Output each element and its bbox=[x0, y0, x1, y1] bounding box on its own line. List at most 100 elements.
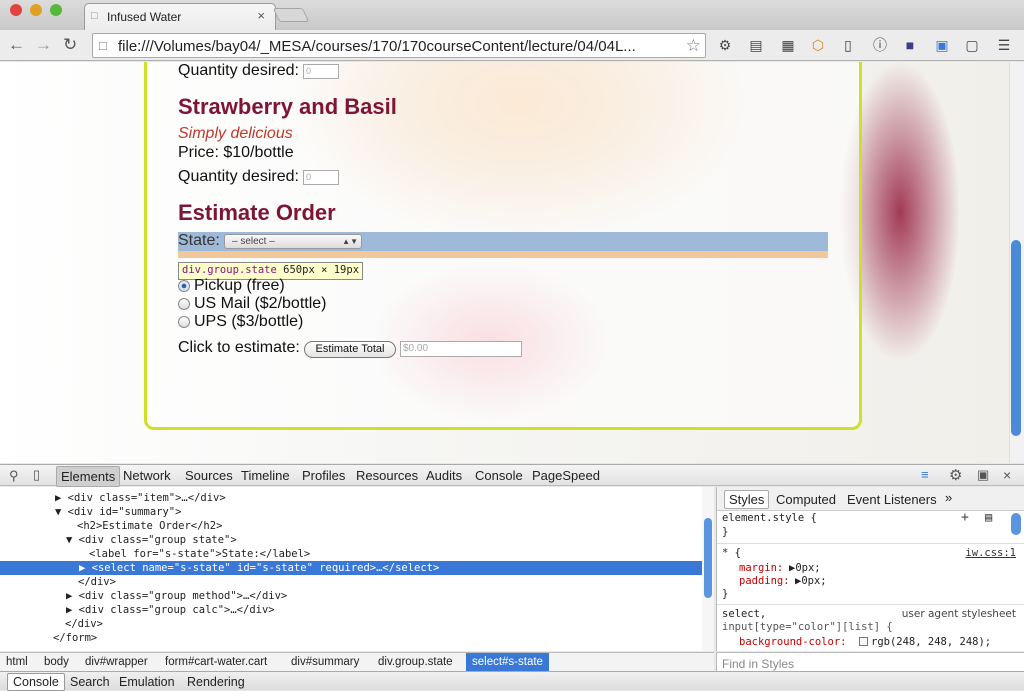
device-icon[interactable]: ▯ bbox=[838, 35, 858, 55]
estimate-total-button[interactable]: Estimate Total bbox=[304, 341, 396, 358]
radio-us-mail[interactable] bbox=[178, 298, 190, 310]
css-property[interactable]: padding: bbox=[739, 575, 790, 588]
dom-node[interactable]: <h2>Estimate Order</h2> bbox=[0, 519, 714, 533]
dom-node[interactable]: ▼ <div class="group state"> bbox=[0, 533, 714, 547]
dom-scroll-thumb[interactable] bbox=[704, 518, 712, 598]
style-rule-close: } bbox=[722, 526, 729, 538]
extension-icon[interactable]: ▢ bbox=[962, 35, 982, 55]
breadcrumb-item-active[interactable]: select#s-state bbox=[466, 653, 549, 671]
style-rule-selector: * { bbox=[722, 547, 741, 559]
dom-node[interactable]: <label for="s-state">State:</label> bbox=[0, 547, 714, 561]
browser-tab[interactable]: □ Infused Water × bbox=[84, 3, 276, 30]
css-value[interactable]: ▶0px; bbox=[795, 575, 827, 588]
extension-icon[interactable]: ▤ bbox=[746, 35, 766, 55]
color-swatch[interactable] bbox=[859, 637, 868, 646]
dom-node-selected[interactable]: ▶ <select name="s-state" id="s-state" re… bbox=[0, 561, 714, 575]
console-drawer-icon[interactable]: ≡ bbox=[921, 467, 929, 482]
quantity-input[interactable]: 0 bbox=[303, 170, 339, 185]
dom-node[interactable]: </form> bbox=[0, 631, 714, 645]
add-rule-icon[interactable]: + bbox=[961, 510, 969, 525]
tab-sources[interactable]: Sources bbox=[185, 468, 233, 483]
drawer-tab-emulation[interactable]: Emulation bbox=[119, 675, 175, 689]
info-icon[interactable]: ⓘ bbox=[870, 35, 890, 55]
close-window-button[interactable] bbox=[10, 4, 22, 16]
tab-network[interactable]: Network bbox=[123, 468, 171, 483]
breadcrumb-item[interactable]: div.group.state bbox=[378, 656, 453, 668]
browser-toolbar: ← → ↻ □ file:///Volumes/bay04/_MESA/cour… bbox=[0, 30, 1024, 61]
style-source-link[interactable]: iw.css:1 bbox=[965, 547, 1016, 559]
new-tab-button[interactable] bbox=[272, 8, 310, 22]
breadcrumb-item[interactable]: body bbox=[44, 656, 69, 668]
more-tabs-icon[interactable]: » bbox=[945, 490, 952, 505]
zoom-window-button[interactable] bbox=[50, 4, 62, 16]
quantity-label: Quantity desired: bbox=[178, 62, 299, 79]
tab-resources[interactable]: Resources bbox=[356, 468, 418, 483]
quantity-input[interactable]: 0 bbox=[303, 64, 339, 79]
radio-ups[interactable] bbox=[178, 316, 190, 328]
toggle-state-icon[interactable]: ▤ bbox=[985, 510, 992, 524]
address-bar[interactable]: □ file:///Volumes/bay04/_MESA/courses/17… bbox=[92, 33, 706, 58]
drawer-tab-console[interactable]: Console bbox=[7, 673, 65, 691]
css-value-text: 0px; bbox=[801, 575, 827, 587]
dock-icon[interactable]: ▣ bbox=[977, 467, 989, 483]
close-icon[interactable]: × bbox=[1003, 467, 1011, 483]
page-scroll-thumb[interactable] bbox=[1011, 240, 1021, 436]
breadcrumb-item[interactable]: form#cart-water.cart bbox=[165, 656, 267, 668]
find-in-styles-input[interactable]: Find in Styles bbox=[716, 652, 1024, 671]
divider bbox=[717, 543, 1024, 544]
shipping-option-label: US Mail ($2/bottle) bbox=[194, 295, 327, 312]
tab-profiles[interactable]: Profiles bbox=[302, 468, 345, 483]
breadcrumb-item[interactable]: html bbox=[6, 656, 28, 668]
css-value[interactable]: ▶0px; bbox=[789, 562, 821, 575]
styles-scroll-thumb[interactable] bbox=[1011, 513, 1021, 535]
drawer-tab-search[interactable]: Search bbox=[70, 675, 110, 689]
style-rule-selector: input[type="color"][list] { bbox=[722, 621, 893, 633]
drawer-tabs: Console Search Emulation Rendering bbox=[0, 671, 1024, 691]
tab-styles[interactable]: Styles bbox=[724, 490, 770, 509]
device-mode-icon[interactable]: ▯ bbox=[33, 467, 40, 483]
breadcrumb-item[interactable]: div#summary bbox=[291, 656, 359, 668]
gear-icon[interactable]: ⚙ bbox=[949, 466, 962, 484]
forward-icon[interactable]: → bbox=[35, 35, 52, 55]
extension-icon[interactable]: ■ bbox=[900, 35, 920, 55]
dom-node[interactable]: </div> bbox=[0, 575, 714, 589]
menu-icon[interactable]: ☰ bbox=[994, 35, 1014, 55]
total-output[interactable]: $0.00 bbox=[400, 341, 522, 357]
extension-icon[interactable]: ▦ bbox=[778, 35, 798, 55]
back-icon[interactable]: ← bbox=[8, 35, 25, 55]
dom-node[interactable]: ▶ <div class="group method">…</div> bbox=[0, 589, 714, 603]
page-viewport: Quantity desired: 0 Strawberry and Basil… bbox=[0, 62, 1009, 463]
extension-icon[interactable]: ⬡ bbox=[808, 35, 828, 55]
bookmark-star-icon[interactable]: ☆ bbox=[686, 36, 701, 56]
state-select[interactable]: – select – ▲▼ bbox=[224, 234, 362, 249]
tab-event-listeners[interactable]: Event Listeners bbox=[847, 492, 937, 507]
page-icon: □ bbox=[99, 38, 107, 53]
search-icon[interactable]: ⚲ bbox=[9, 468, 19, 484]
tab-pagespeed[interactable]: PageSpeed bbox=[532, 468, 600, 483]
css-property: background-color: bbox=[739, 636, 847, 648]
dom-node[interactable]: ▶ <div class="group calc">…</div> bbox=[0, 603, 714, 617]
dom-node[interactable]: ▶ <div class="item">…</div> bbox=[0, 491, 714, 505]
minimize-window-button[interactable] bbox=[30, 4, 42, 16]
drawer-tab-rendering[interactable]: Rendering bbox=[187, 675, 245, 689]
extension-icon[interactable]: ▣ bbox=[932, 35, 952, 55]
tab-console[interactable]: Console bbox=[475, 468, 523, 483]
page-icon: □ bbox=[91, 10, 98, 22]
style-rule-selector: select, bbox=[722, 608, 767, 620]
settings-gear-icon[interactable]: ⚙ bbox=[715, 35, 735, 55]
css-value: rgb(248, 248, 248); bbox=[871, 636, 992, 648]
tab-elements[interactable]: Elements bbox=[56, 466, 121, 487]
tab-audits[interactable]: Audits bbox=[426, 468, 462, 483]
radio-pickup[interactable] bbox=[178, 280, 190, 292]
dom-node[interactable]: </div> bbox=[0, 617, 714, 631]
close-tab-icon[interactable]: × bbox=[257, 8, 265, 23]
reload-icon[interactable]: ↻ bbox=[63, 35, 77, 55]
product-tagline: Simply delicious bbox=[178, 125, 293, 142]
select-arrows-icon: ▲▼ bbox=[342, 237, 358, 246]
breadcrumb-item[interactable]: div#wrapper bbox=[85, 656, 148, 668]
dom-node[interactable]: ▼ <div id="summary"> bbox=[0, 505, 714, 519]
tab-timeline[interactable]: Timeline bbox=[241, 468, 290, 483]
tab-computed[interactable]: Computed bbox=[776, 492, 836, 507]
devtools-toolbar: ⚲ ▯ Elements Network Sources Timeline Pr… bbox=[0, 464, 1024, 487]
css-property[interactable]: margin: bbox=[739, 562, 783, 575]
